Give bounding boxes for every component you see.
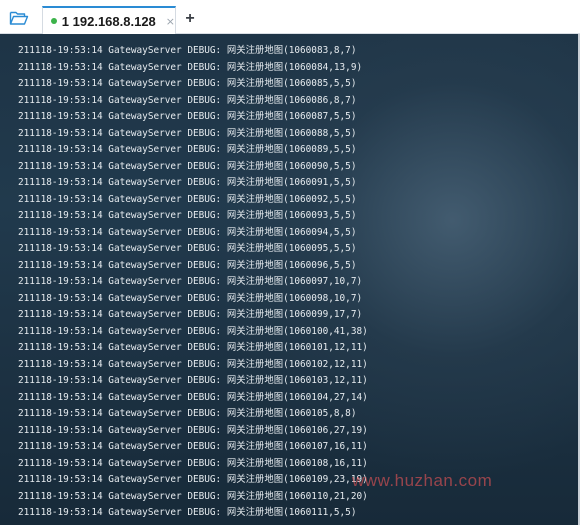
log-line: 211118-19:53:14 GatewayServer DEBUG: 网关注…: [18, 243, 357, 254]
log-line: 211118-19:53:14 GatewayServer DEBUG: 网关注…: [18, 94, 357, 106]
log-line: 211118-19:53:14 GatewayServer DEBUG: 网关注…: [18, 507, 357, 518]
connected-dot-icon: [51, 18, 57, 24]
log-line: 211118-19:53:14 GatewayServer DEBUG: 网关注…: [18, 325, 368, 337]
log-line: 211118-19:53:14 GatewayServer DEBUG: 网关注…: [18, 144, 357, 155]
log-line: 211118-19:53:14 GatewayServer DEBUG: 网关注…: [18, 226, 357, 238]
log-line: 211118-19:53:14 GatewayServer DEBUG: 网关注…: [18, 441, 368, 452]
terminal-output[interactable]: 211118-19:53:14 GatewayServer DEBUG: 网关注…: [0, 34, 580, 525]
log-line: 211118-19:53:14 GatewayServer DEBUG: 网关注…: [18, 127, 357, 139]
log-line: 211118-19:53:14 GatewayServer DEBUG: 网关注…: [18, 408, 357, 419]
tab-session-label: 1 192.168.8.128: [61, 13, 156, 29]
log-line: 211118-19:53:14 GatewayServer DEBUG: 网关注…: [18, 177, 357, 188]
log-lines: 211118-19:53:14 GatewayServer DEBUG: 网关注…: [18, 43, 368, 522]
folder-open-icon: [9, 11, 29, 25]
log-line: 211118-19:53:14 GatewayServer DEBUG: 网关注…: [18, 160, 357, 172]
log-line: 211118-19:53:14 GatewayServer DEBUG: 网关注…: [18, 490, 368, 502]
log-line: 211118-19:53:14 GatewayServer DEBUG: 网关注…: [18, 193, 357, 205]
log-line: 211118-19:53:14 GatewayServer DEBUG: 网关注…: [18, 342, 368, 353]
log-line: 211118-19:53:14 GatewayServer DEBUG: 网关注…: [18, 276, 363, 287]
log-line: 211118-19:53:14 GatewayServer DEBUG: 网关注…: [18, 424, 368, 436]
tab-bar: 1 192.168.8.128 × +: [0, 0, 580, 34]
log-line: 211118-19:53:14 GatewayServer DEBUG: 网关注…: [18, 474, 368, 485]
close-icon[interactable]: ×: [166, 15, 175, 28]
ssh-client-window: 1 192.168.8.128 × + 211118-19:53:14 Gate…: [0, 0, 580, 525]
log-line: 211118-19:53:14 GatewayServer DEBUG: 网关注…: [18, 309, 363, 320]
log-line: 211118-19:53:14 GatewayServer DEBUG: 网关注…: [18, 45, 357, 56]
log-line: 211118-19:53:14 GatewayServer DEBUG: 网关注…: [18, 61, 363, 73]
log-line: 211118-19:53:14 GatewayServer DEBUG: 网关注…: [18, 457, 368, 469]
log-line: 211118-19:53:14 GatewayServer DEBUG: 网关注…: [18, 111, 357, 122]
log-line: 211118-19:53:14 GatewayServer DEBUG: 网关注…: [18, 391, 368, 403]
log-line: 211118-19:53:14 GatewayServer DEBUG: 网关注…: [18, 375, 368, 386]
log-line: 211118-19:53:14 GatewayServer DEBUG: 网关注…: [18, 358, 368, 370]
watermark: www.huzhan.com: [352, 471, 493, 490]
log-line: 211118-19:53:14 GatewayServer DEBUG: 网关注…: [18, 259, 357, 271]
add-tab-button[interactable]: +: [181, 10, 199, 28]
log-line: 211118-19:53:14 GatewayServer DEBUG: 网关注…: [18, 292, 363, 304]
log-line: 211118-19:53:14 GatewayServer DEBUG: 网关注…: [18, 210, 357, 221]
open-session-button[interactable]: [6, 8, 32, 28]
log-line: 211118-19:53:14 GatewayServer DEBUG: 网关注…: [18, 78, 357, 89]
tab-session[interactable]: 1 192.168.8.128 ×: [42, 6, 176, 34]
